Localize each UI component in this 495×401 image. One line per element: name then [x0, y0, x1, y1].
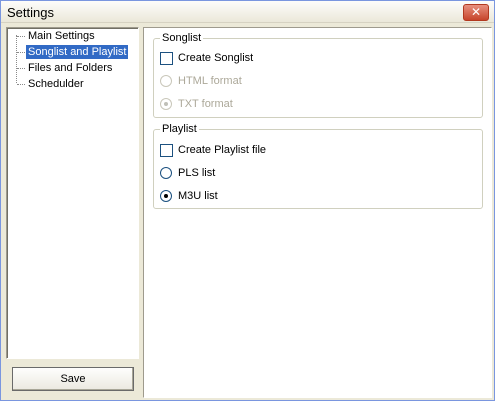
radio-circle[interactable]: [160, 98, 172, 110]
radio-selected-dot: [164, 194, 168, 198]
tree-item-main-settings[interactable]: Main Settings: [7, 29, 137, 43]
create-playlist-label: Create Playlist file: [178, 144, 267, 156]
playlist-group: Playlist Create Playlist file PLS list M…: [153, 122, 483, 209]
tree-branch-line: [17, 36, 25, 37]
songlist-group: Songlist Create Songlist HTML format TXT…: [153, 31, 483, 118]
settings-window: Settings ✕ Main Settings Songlist and Pl…: [0, 0, 495, 401]
playlist-group-title: Playlist: [160, 122, 199, 136]
tree-item-label: Schedulder: [28, 78, 84, 90]
checkbox-box[interactable]: [160, 144, 173, 157]
save-button[interactable]: Save: [12, 367, 134, 391]
tree-branch-line: [17, 84, 25, 85]
tree-item-files-folders[interactable]: Files and Folders: [7, 61, 137, 75]
settings-panel: Songlist Create Songlist HTML format TXT…: [143, 27, 492, 398]
tree-branch-line: [17, 68, 25, 69]
window-title: Settings: [7, 5, 54, 20]
radio-selected-dot: [164, 102, 168, 106]
txt-format-label: TXT format: [178, 98, 233, 110]
tree-item-label: Songlist and Playlist: [26, 45, 129, 59]
pls-list-label: PLS list: [178, 167, 216, 179]
create-songlist-label: Create Songlist: [178, 52, 254, 64]
tree-item-scheduler[interactable]: Schedulder: [7, 77, 137, 91]
tree-item-label: Main Settings: [28, 30, 95, 42]
tree-item-songlist-playlist[interactable]: Songlist and Playlist: [7, 45, 137, 59]
songlist-group-title: Songlist: [160, 31, 204, 45]
settings-tree[interactable]: Main Settings Songlist and Playlist File…: [6, 27, 139, 359]
close-icon: ✕: [470, 5, 482, 19]
tree-branch-line: [17, 52, 25, 53]
html-format-label: HTML format: [178, 75, 242, 87]
close-button[interactable]: ✕: [463, 4, 489, 21]
tree-item-label: Files and Folders: [28, 62, 113, 74]
m3u-list-label: M3U list: [178, 190, 218, 202]
radio-circle[interactable]: [160, 75, 172, 87]
checkbox-box[interactable]: [160, 52, 173, 65]
title-bar[interactable]: Settings ✕: [1, 1, 494, 23]
radio-circle[interactable]: [160, 167, 172, 179]
radio-circle[interactable]: [160, 190, 172, 202]
